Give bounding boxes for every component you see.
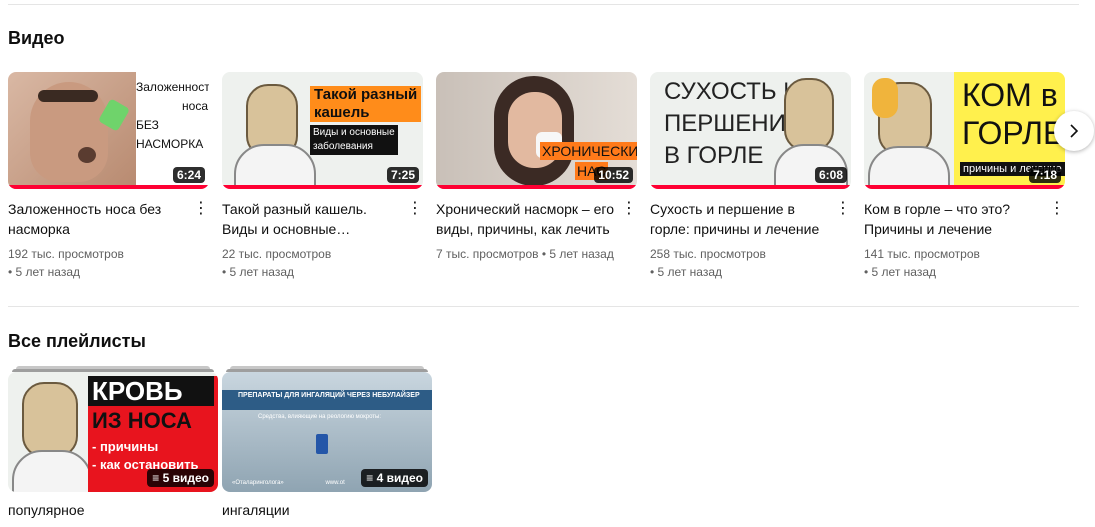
thumb-text: www.ot — [325, 480, 345, 486]
playlist-title[interactable]: популярное — [8, 502, 218, 518]
section-divider — [8, 306, 1079, 307]
chevron-right-icon — [1070, 124, 1079, 138]
video-age: • 5 лет назад — [864, 265, 936, 279]
video-views: 7 тыс. просмотров • 5 лет назад — [436, 247, 614, 261]
video-duration: 7:18 — [1028, 167, 1061, 183]
playlist-icon: ≡ — [152, 471, 163, 485]
more-options-icon[interactable]: ⋮ — [407, 198, 423, 218]
video-title[interactable]: Заложенность носа без насморка — [8, 199, 209, 239]
video-views: 192 тыс. просмотров — [8, 247, 124, 261]
video-views: 141 тыс. просмотров — [864, 247, 980, 261]
video-duration: 6:08 — [814, 167, 847, 183]
video-age: • 5 лет назад — [8, 265, 80, 279]
thumb-text: КОМ в — [962, 77, 1058, 113]
video-title[interactable]: Такой разный кашель. Виды и основные… — [222, 199, 423, 239]
video-age: • 5 лет назад — [222, 265, 294, 279]
thumb-text: ПРЕПАРАТЫ ДЛЯ ИНГАЛЯЦИЙ ЧЕРЕЗ НЕБУЛАЙЗЕР — [238, 392, 420, 399]
thumb-text: ХРОНИЧЕСКИЙ — [542, 143, 637, 159]
thumb-text: Средства, влияющие на реологию мокроты: — [258, 414, 382, 420]
playlist-thumbnail[interactable]: КРОВЬ ИЗ НОСА - причины - как остановить… — [8, 372, 218, 492]
video-card[interactable]: Такой разный кашель Виды и основные забо… — [222, 72, 423, 281]
watch-progress-bar — [222, 185, 423, 189]
watch-progress-bar — [436, 185, 637, 189]
watch-progress-bar — [650, 185, 851, 189]
thumb-text: Заложенность — [136, 80, 209, 94]
watch-progress-bar — [864, 185, 1065, 189]
video-card[interactable]: СУХОСТЬ И ПЕРШЕНИЕ В ГОРЛЕ 6:08 Сухость … — [650, 72, 851, 281]
playlist-title[interactable]: ингаляции — [222, 502, 432, 518]
video-card[interactable]: ХРОНИЧЕСКИЙ НАС 10:52 Хронический насмор… — [436, 72, 637, 263]
thumb-text: ПЕРШЕНИЕ — [664, 110, 802, 137]
playlists-section-title: Все плейлисты — [8, 331, 146, 351]
thumb-text: Такой разный — [314, 86, 418, 103]
playlist-count: 5 видео — [162, 471, 209, 485]
more-options-icon[interactable]: ⋮ — [193, 198, 209, 218]
video-card[interactable]: КОМ в ГОРЛЕ причины и лечение 7:18 Ком в… — [864, 72, 1065, 281]
playlist-thumbnail[interactable]: ПРЕПАРАТЫ ДЛЯ ИНГАЛЯЦИЙ ЧЕРЕЗ НЕБУЛАЙЗЕР… — [222, 372, 432, 492]
video-thumbnail[interactable]: СУХОСТЬ И ПЕРШЕНИЕ В ГОРЛЕ 6:08 — [650, 72, 851, 189]
thumb-text: кашель — [314, 104, 370, 121]
video-card[interactable]: Заложенность носа БЕЗ НАСМОРКА 6:24 Зало… — [8, 72, 209, 281]
thumb-text: - причины — [92, 439, 159, 454]
thumb-text: заболевания — [313, 141, 373, 152]
video-views: 258 тыс. просмотров — [650, 247, 766, 261]
video-thumbnail[interactable]: Такой разный кашель Виды и основные забо… — [222, 72, 423, 189]
top-divider — [8, 4, 1079, 5]
thumb-text: БЕЗ — [136, 118, 159, 132]
thumb-text: КРОВЬ — [92, 376, 183, 406]
video-views: 22 тыс. просмотров — [222, 247, 332, 261]
video-thumbnail[interactable]: КОМ в ГОРЛЕ причины и лечение 7:18 — [864, 72, 1065, 189]
video-title[interactable]: Ком в горле – что это? Причины и лечение — [864, 199, 1065, 239]
thumb-text: ИЗ НОСА — [92, 408, 192, 433]
more-options-icon[interactable]: ⋮ — [621, 198, 637, 218]
more-options-icon[interactable]: ⋮ — [835, 198, 851, 218]
thumb-text: НАСМОРКА — [136, 137, 204, 151]
playlist-card[interactable]: КРОВЬ ИЗ НОСА - причины - как остановить… — [8, 366, 218, 518]
playlist-count: 4 видео — [376, 471, 423, 485]
playlist-count-badge: ≡ 5 видео — [147, 469, 214, 487]
next-button[interactable] — [1054, 111, 1094, 151]
video-thumbnail[interactable]: ХРОНИЧЕСКИЙ НАС 10:52 — [436, 72, 637, 189]
video-title[interactable]: Хронический насморк – его виды, причины,… — [436, 199, 637, 239]
video-duration: 6:24 — [172, 167, 205, 183]
thumb-text: носа — [182, 99, 208, 113]
videos-section-title: Видео — [8, 28, 65, 48]
more-options-icon[interactable]: ⋮ — [1049, 198, 1065, 218]
thumb-text: Виды и основные — [313, 127, 395, 138]
thumb-text: «Оталаринголога» — [232, 480, 284, 486]
watch-progress-bar — [8, 185, 209, 189]
playlist-card[interactable]: ПРЕПАРАТЫ ДЛЯ ИНГАЛЯЦИЙ ЧЕРЕЗ НЕБУЛАЙЗЕР… — [222, 366, 432, 518]
playlist-count-badge: ≡ 4 видео — [361, 469, 428, 487]
video-duration: 7:25 — [386, 167, 419, 183]
thumb-text: СУХОСТЬ И — [664, 78, 801, 105]
video-title[interactable]: Сухость и першение в горле: причины и ле… — [650, 199, 851, 239]
video-thumbnail[interactable]: Заложенность носа БЕЗ НАСМОРКА 6:24 — [8, 72, 209, 189]
thumb-text: ГОРЛЕ — [962, 115, 1065, 151]
video-duration: 10:52 — [594, 167, 633, 183]
video-age: • 5 лет назад — [650, 265, 722, 279]
playlist-icon: ≡ — [366, 471, 377, 485]
